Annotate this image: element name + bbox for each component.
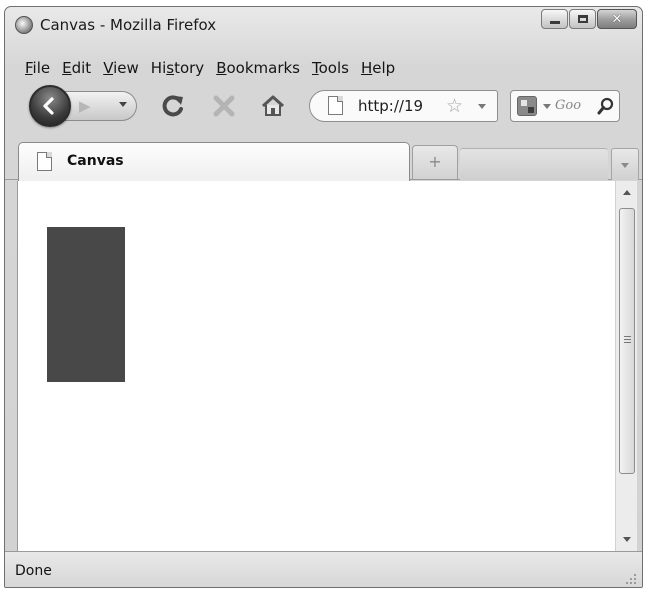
maximize-icon [577, 15, 588, 23]
menu-bar: File Edit View History Bookmarks Tools H… [5, 59, 395, 81]
page-icon [328, 96, 343, 115]
reload-icon[interactable] [160, 93, 186, 119]
home-icon[interactable] [260, 93, 286, 119]
vertical-scrollbar[interactable] [615, 181, 637, 551]
menu-help[interactable]: Help [361, 59, 395, 81]
scroll-thumb[interactable] [619, 208, 635, 474]
tab-canvas[interactable]: Canvas [18, 142, 410, 181]
browser-window: Canvas - Mozilla Firefox ✕ File Edit Vie… [4, 6, 643, 588]
tab-strip: Canvas + [5, 142, 642, 181]
back-icon [43, 97, 54, 115]
search-icon[interactable] [597, 97, 615, 115]
maximize-button[interactable] [569, 9, 596, 29]
engine-dropdown-icon[interactable] [543, 104, 551, 109]
minimize-icon [549, 20, 560, 24]
back-button[interactable] [29, 85, 71, 127]
minimize-button[interactable] [541, 9, 568, 29]
menu-history[interactable]: History [151, 59, 204, 81]
search-input[interactable]: Goo [555, 98, 581, 113]
status-bar: Done [5, 551, 642, 587]
url-bar[interactable]: http://19 ☆ [309, 90, 498, 122]
navigation-toolbar: ▶ http://19 ☆ Goo [5, 85, 642, 127]
stop-icon[interactable] [211, 93, 237, 119]
menu-file[interactable]: File [25, 59, 50, 81]
scroll-grip-icon [624, 336, 631, 337]
resize-grip-icon[interactable] [626, 574, 636, 584]
page-content [17, 181, 615, 551]
url-input[interactable]: http://19 [358, 97, 423, 115]
close-button[interactable]: ✕ [597, 9, 637, 29]
firefox-logo-icon [15, 16, 33, 34]
menu-edit[interactable]: Edit [62, 59, 91, 81]
url-dropdown-icon[interactable] [478, 104, 486, 109]
status-text: Done [15, 563, 52, 579]
menu-bookmarks[interactable]: Bookmarks [216, 59, 300, 81]
scroll-up-icon[interactable] [616, 181, 638, 203]
canvas-rectangle [47, 227, 125, 382]
search-engine-icon[interactable] [517, 96, 537, 116]
scroll-down-icon[interactable] [616, 529, 638, 551]
new-tab-button[interactable]: + [412, 145, 458, 179]
menu-view[interactable]: View [103, 59, 139, 81]
window-title: Canvas - Mozilla Firefox [40, 16, 217, 34]
window-controls: ✕ [541, 9, 637, 29]
search-bar[interactable]: Goo [510, 90, 620, 122]
menu-tools[interactable]: Tools [312, 59, 349, 81]
forward-icon: ▶ [79, 97, 91, 115]
close-icon: ✕ [611, 11, 623, 27]
tab-label: Canvas [67, 153, 124, 169]
tab-strip-filler [460, 148, 608, 180]
bookmark-star-icon[interactable]: ☆ [446, 97, 463, 116]
title-bar: Canvas - Mozilla Firefox ✕ [5, 7, 642, 57]
tab-page-icon [37, 152, 52, 171]
history-dropdown-icon[interactable] [119, 102, 127, 107]
list-all-tabs-button[interactable] [611, 148, 639, 180]
forward-button[interactable]: ▶ [65, 91, 137, 121]
